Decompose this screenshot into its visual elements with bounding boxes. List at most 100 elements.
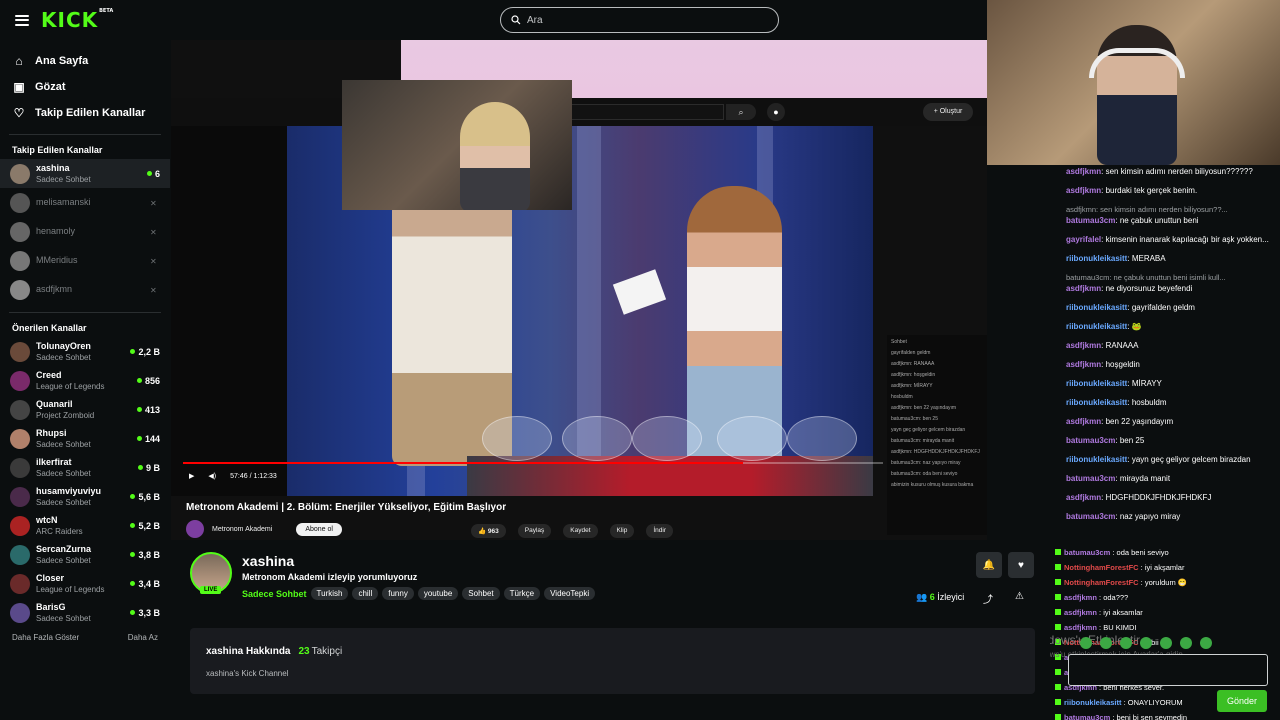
channel-category: Sadece Sohbet: [36, 468, 91, 478]
chat-message: riibonukleikasitt: MİRAYY: [1066, 379, 1162, 388]
sidebar-channel[interactable]: Rhupsi Sadece Sohbet 144: [0, 424, 170, 453]
category-link[interactable]: Sadece Sohbet: [242, 589, 307, 599]
embedded-chat-line: batumau3cm: naz yapıyo miray: [891, 460, 961, 466]
follow-button[interactable]: ♥: [1008, 552, 1034, 578]
sidebar-channel[interactable]: MMeridius ✕: [0, 246, 170, 275]
notification-bell-button[interactable]: 🔔: [976, 552, 1002, 578]
sidebar-channel[interactable]: SercanZurna Sadece Sohbet 3,8 B: [0, 540, 170, 569]
channel-category: Sadece Sohbet: [36, 439, 91, 449]
chat-username: batumau3cm: [1066, 436, 1116, 445]
youtube-subscribe-button: Abone ol: [296, 522, 342, 536]
video-progress[interactable]: [183, 462, 883, 464]
youtube-search-icon: ⌕: [726, 104, 756, 120]
show-less-button[interactable]: Daha Az: [128, 633, 158, 642]
offline-icon: ✕: [150, 256, 157, 266]
sidebar-channel[interactable]: husamviyuviyu Sadece Sohbet 5,6 B: [0, 482, 170, 511]
embedded-chat-line: batumau3cm: oda beni seviyo: [891, 471, 958, 477]
emote-bar[interactable]: [1080, 637, 1220, 649]
youtube-channel-row: Metronom Akademi Abone ol: [186, 520, 342, 538]
badge-icon: [1055, 594, 1061, 600]
about-title: xashina Hakkında: [206, 646, 291, 657]
sidebar-channel[interactable]: xashina Sadece Sohbet 6: [0, 159, 170, 188]
stream-tag[interactable]: funny: [382, 587, 414, 600]
show-more-button[interactable]: Daha Fazla Göster: [12, 633, 79, 642]
like-button: 👍 963: [471, 524, 506, 538]
channel-info: LIVE xashina Metronom Akademi izleyip yo…: [171, 540, 1050, 720]
youtube-actions: 👍 963 Paylaş Kaydet Klip İndir: [471, 524, 685, 538]
volume-icon[interactable]: ◀): [208, 472, 216, 480]
badge-icon: [1055, 624, 1061, 630]
sidebar-channel[interactable]: Creed League of Legends 856: [0, 366, 170, 395]
share-button: Paylaş: [517, 524, 552, 538]
channel-avatar: [10, 602, 30, 623]
embedded-chat-line: Sohbet: [891, 339, 907, 345]
embedded-chat-line: batumau3cm: ben 25: [891, 416, 938, 422]
chat-username: riibonukleikasitt: [1066, 303, 1128, 312]
stream-tag[interactable]: chill: [352, 587, 379, 600]
video-player[interactable]: Ara ⌕ ● + Oluştur ▶ ◀) 57:46 / 1:12:33 S…: [171, 40, 987, 540]
channel-category: Project Zomboid: [36, 410, 95, 420]
badge-icon: [1055, 564, 1061, 570]
badge-icon: [1055, 609, 1061, 615]
nav-following[interactable]: ♡ Takip Edilen Kanallar: [0, 100, 170, 126]
share-icon[interactable]: ⤴: [983, 591, 993, 606]
menu-icon[interactable]: [15, 14, 29, 26]
chat-username: asdfjkmn: [1066, 341, 1102, 350]
video-letterbox: [171, 126, 287, 496]
about-description: xashina's Kick Channel: [206, 669, 289, 678]
channel-avatar: [10, 192, 30, 213]
embedded-chat-line: asdfjkmn: hoşgeldin: [891, 372, 936, 378]
sidebar-channel[interactable]: BarisG Sadece Sohbet 3,3 B: [0, 598, 170, 627]
channel-avatar: [10, 221, 30, 242]
chat-username: asdfjkmn: [1066, 186, 1102, 195]
embedded-chat-line: asdfjkmn: RANAAA: [891, 361, 935, 367]
channel-category: ARC Raiders: [36, 526, 83, 536]
embedded-chat-line: hosbuldm: [891, 394, 913, 400]
channel-name: Creed: [36, 369, 62, 380]
badge-icon: [1055, 579, 1061, 585]
channel-name[interactable]: xashina: [242, 553, 294, 569]
channel-name: TolunayOren: [36, 340, 91, 351]
stream-tag[interactable]: Turkish: [310, 587, 349, 600]
clip-button: Klip: [609, 524, 635, 538]
report-icon[interactable]: ⚠: [1015, 591, 1024, 602]
sidebar-channel[interactable]: melisamanski ✕: [0, 188, 170, 217]
chat-input[interactable]: [1068, 654, 1268, 686]
kick-logo[interactable]: KICKBETA: [41, 8, 113, 32]
followed-list: xashina Sadece Sohbet 6 melisamanski ✕ henamo…: [0, 159, 170, 304]
sidebar-channel[interactable]: ilkerfirat Sadece Sohbet 9 B: [0, 453, 170, 482]
stream-tag[interactable]: Sohbet: [462, 587, 500, 600]
follower-count: 23: [298, 646, 310, 657]
chat-username: riibonukleikasitt: [1066, 379, 1128, 388]
sidebar-channel[interactable]: Quanaril Project Zomboid 413: [0, 395, 170, 424]
send-button[interactable]: Gönder: [1217, 690, 1267, 712]
sidebar-channel[interactable]: wtcN ARC Raiders 5,2 B: [0, 511, 170, 540]
viewer-count: 👥 6 İzleyici: [916, 592, 965, 602]
nav-home[interactable]: ⌂ Ana Sayfa: [0, 48, 170, 74]
sidebar-channel[interactable]: henamoly ✕: [0, 217, 170, 246]
search-input[interactable]: [527, 14, 747, 26]
badge-icon: [1055, 714, 1061, 720]
channel-category: League of Legends: [36, 584, 105, 594]
viewer-count: 2,2 B: [130, 347, 160, 357]
sidebar-channel[interactable]: TolunayOren Sadece Sohbet 2,2 B: [0, 337, 170, 366]
right-webcam: [987, 0, 1280, 165]
offline-icon: ✕: [150, 227, 157, 237]
channel-avatar: [10, 515, 30, 536]
chat-message: asdfjkmn: HDGFHDDKJFHDKJFHDKFJ: [1066, 493, 1212, 502]
channel-name: Quanaril: [36, 398, 73, 409]
play-icon[interactable]: ▶: [189, 472, 194, 480]
stream-tag[interactable]: VideoTepki: [544, 587, 596, 600]
search-box[interactable]: [500, 7, 779, 33]
sidebar-channel[interactable]: Closer League of Legends 3,4 B: [0, 569, 170, 598]
badge-icon: [1055, 684, 1061, 690]
chat-username: riibonukleikasitt: [1066, 254, 1128, 263]
youtube-channel-avatar: [186, 520, 204, 538]
sidebar-channel[interactable]: asdfjkmn ✕: [0, 275, 170, 304]
chat-username: gayrifalel: [1066, 235, 1102, 244]
nav-browse[interactable]: ▣ Gözat: [0, 74, 170, 100]
stream-tag[interactable]: youtube: [417, 587, 459, 600]
stream-tag[interactable]: Türkçe: [503, 587, 541, 600]
chat-username: riibonukleikasitt: [1066, 455, 1128, 464]
offline-icon: ✕: [150, 198, 157, 208]
